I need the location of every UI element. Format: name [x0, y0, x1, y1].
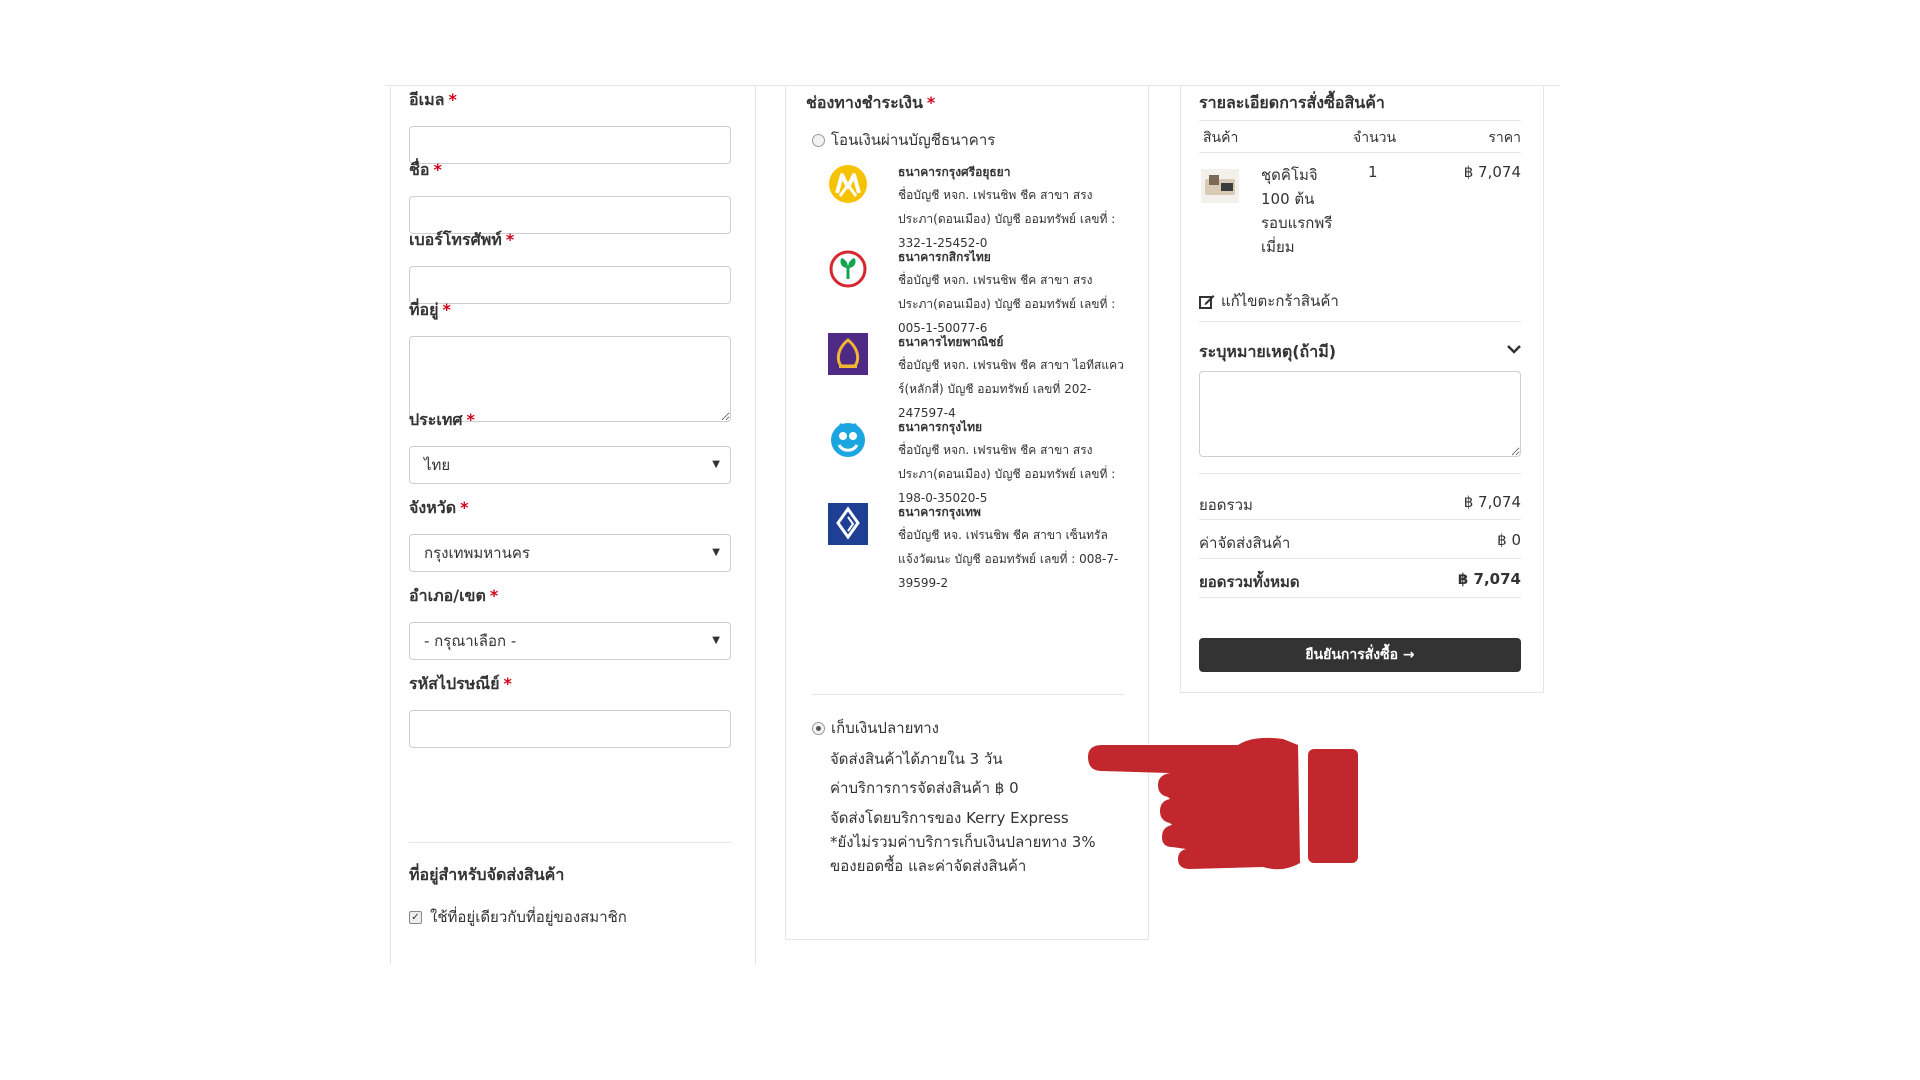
same-address-checkbox[interactable]: ✓ ใช้ที่อยู่เดียวกับที่อยู่ของสมาชิก — [409, 905, 627, 929]
note-title: ระบุหมายเหตุ(ถ้ามี) — [1199, 342, 1337, 361]
province-select[interactable]: กรุงเทพมหานคร ▼ — [409, 534, 731, 572]
kasikorn-logo — [829, 250, 867, 288]
bank-name: ธนาคารไทยพาณิชย์ — [898, 335, 1004, 349]
shipping-label: ค่าจัดส่งสินค้า — [1199, 534, 1291, 552]
col-qty-header: จำนวน — [1353, 130, 1397, 146]
address-label: ที่อยู่ * — [409, 300, 451, 319]
edit-icon — [1199, 294, 1215, 309]
province-select-value: กรุงเทพมหานคร — [424, 544, 530, 562]
name-group: ชื่อ * — [409, 159, 731, 234]
bank-detail: ชื่อบัญชี หจก. เฟรนชิพ ชีค สาขา ไอทีสแคว… — [898, 358, 1124, 420]
phone-label: เบอร์โทรศัพท์ * — [409, 230, 515, 249]
bank-transfer-label: โอนเงินผ่านบัญชีธนาคาร — [831, 131, 996, 149]
total-row: ยอดรวมทั้งหมด ฿ 7,074 — [1199, 570, 1521, 594]
arrow-right-icon: → — [1402, 647, 1415, 663]
shipping-address-title: ที่อยู่สำหรับจัดส่งสินค้า — [409, 865, 565, 884]
phone-group: เบอร์โทรศัพท์ * — [409, 229, 731, 304]
divider — [1199, 558, 1521, 559]
district-group: อำเภอ/เขต * - กรุณาเลือก - ▼ — [409, 585, 731, 660]
divider — [1199, 321, 1521, 322]
shipping-row: ค่าจัดส่งสินค้า ฿ 0 — [1199, 531, 1521, 555]
bank-name: ธนาคารกรุงเทพ — [898, 505, 981, 519]
bank-name: ธนาคารกรุงศรีอยุธยา — [898, 165, 1011, 179]
radio-unchecked-icon — [812, 133, 825, 147]
district-label: อำเภอ/เขต * — [409, 586, 499, 605]
subtotal-value: ฿ 7,074 — [1463, 493, 1521, 511]
total-label: ยอดรวมทั้งหมด — [1199, 573, 1300, 591]
total-value: ฿ 7,074 — [1457, 570, 1521, 588]
subtotal-row: ยอดรวม ฿ 7,074 — [1199, 493, 1521, 517]
postcode-field[interactable] — [409, 710, 731, 748]
cod-delivery-time: จัดส่งสินค้าได้ภายใน 3 วัน — [830, 750, 1003, 768]
radio-checked-icon — [812, 721, 825, 735]
country-select[interactable]: ไทย ▼ — [409, 446, 731, 484]
edit-cart-link[interactable]: แก้ไขตะกร้าสินค้า — [1199, 289, 1339, 313]
col-product-header: สินค้า — [1203, 130, 1239, 146]
province-label: จังหวัด * — [409, 498, 469, 517]
customer-form: อีเมล * ชื่อ * เบอร์โทรศัพท์ * ที่อยู่ * ประ… — [390, 85, 756, 965]
cod-note: *ยังไม่รวมค่าบริการเก็บเงินปลายทาง 3% ขอ… — [830, 833, 1096, 875]
pointing-hand-icon — [1088, 737, 1358, 870]
email-label: อีเมล * — [409, 90, 457, 109]
bank-name: ธนาคารกสิกรไทย — [898, 250, 991, 264]
country-select-value: ไทย — [424, 456, 451, 474]
product-qty: 1 — [1368, 163, 1378, 181]
bank-detail: ชื่อบัญชี หจก. เฟรนชิพ ชีค สาขา สรงประภา… — [898, 443, 1116, 505]
divider — [1199, 152, 1521, 153]
bank-detail: ชื่อบัญชี หจก. เฟรนชิพ ชีค สาขา สรงประภา… — [898, 273, 1116, 335]
product-thumbnail — [1201, 169, 1239, 203]
cod-option[interactable]: เก็บเงินปลายทาง — [812, 716, 939, 740]
cod-label: เก็บเงินปลายทาง — [831, 719, 939, 737]
district-select-value: - กรุณาเลือก - — [424, 632, 517, 650]
chevron-down-icon[interactable] — [1507, 339, 1521, 358]
caret-down-icon: ▼ — [712, 459, 720, 470]
bank-name: ธนาคารกรุงไทย — [898, 420, 983, 434]
order-summary-panel: รายละเอียดการสั่งซื้อสินค้า สินค้า จำนวน… — [1180, 85, 1544, 693]
divider — [1199, 597, 1521, 598]
col-price-header: ราคา — [1488, 130, 1521, 146]
caret-down-icon: ▼ — [712, 547, 720, 558]
divider — [812, 694, 1124, 695]
bank-transfer-option[interactable]: โอนเงินผ่านบัญชีธนาคาร — [812, 128, 995, 152]
address-group: ที่อยู่ * — [409, 299, 731, 422]
divider — [409, 842, 731, 843]
divider — [1199, 519, 1521, 520]
payment-title: ช่องทางชำระเงิน * — [806, 93, 936, 112]
bbl-logo — [828, 503, 868, 545]
bank-detail: ชื่อบัญชี หจ. เฟรนชิพ ชีค สาขา เซ็นทรัลแ… — [898, 528, 1119, 590]
district-select[interactable]: - กรุณาเลือก - ▼ — [409, 622, 731, 660]
postcode-group: รหัสไปรษณีย์ * — [409, 673, 731, 748]
email-group: อีเมล * — [409, 89, 731, 164]
cod-carrier: จัดส่งโดยบริการของ Kerry Express — [830, 809, 1069, 827]
divider — [1199, 473, 1521, 474]
confirm-order-button[interactable]: ยืนยันการสั่งซื้อ → — [1199, 638, 1521, 672]
checkbox-checked-icon: ✓ — [409, 910, 422, 924]
shipping-value: ฿ 0 — [1497, 531, 1521, 549]
ktb-logo — [831, 422, 865, 457]
krungsri-logo — [829, 165, 867, 203]
name-label: ชื่อ * — [409, 160, 442, 179]
product-name[interactable]: ชุดคิโมจิ 100 ต้น รอบแรกพรีเมี่ยม — [1261, 163, 1341, 259]
scb-logo — [828, 333, 868, 375]
order-title: รายละเอียดการสั่งซื้อสินค้า — [1199, 93, 1385, 112]
order-note-field[interactable] — [1199, 371, 1521, 457]
subtotal-label: ยอดรวม — [1199, 496, 1253, 514]
same-address-label: ใช้ที่อยู่เดียวกับที่อยู่ของสมาชิก — [430, 908, 627, 926]
postcode-label: รหัสไปรษณีย์ * — [409, 674, 512, 693]
confirm-order-label: ยืนยันการสั่งซื้อ — [1305, 647, 1399, 663]
province-group: จังหวัด * กรุงเทพมหานคร ▼ — [409, 497, 731, 572]
edit-cart-label: แก้ไขตะกร้าสินค้า — [1221, 292, 1339, 310]
product-price: ฿ 7,074 — [1463, 163, 1521, 181]
cod-shipping-fee: ค่าบริการการจัดส่งสินค้า ฿ 0 — [830, 779, 1019, 797]
bank-detail: ชื่อบัญชี หจก. เฟรนชิพ ชีค สาขา สรงประภา… — [898, 188, 1116, 250]
country-group: ประเทศ * ไทย ▼ — [409, 409, 731, 484]
country-label: ประเทศ * — [409, 410, 475, 429]
caret-down-icon: ▼ — [712, 635, 720, 646]
divider — [1199, 120, 1521, 121]
